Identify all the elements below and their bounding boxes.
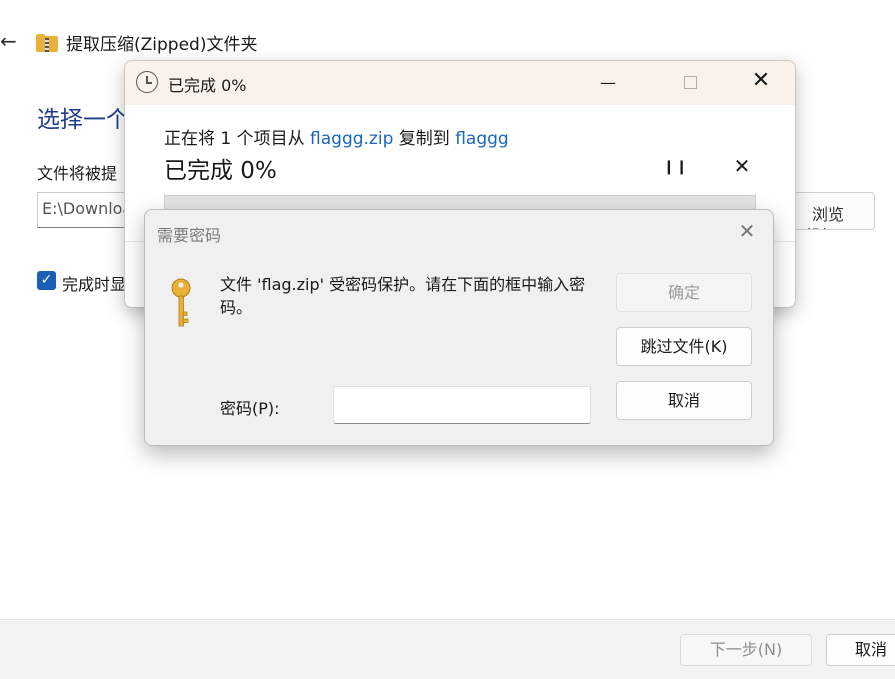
password-label: 密码(P): [220,399,280,418]
stop-icon[interactable]: ✕ [732,156,752,176]
next-button[interactable]: 下一步(N) [680,634,812,666]
destination-link[interactable]: flaggg [455,129,509,149]
pause-icon[interactable]: ❙❙ [663,159,687,175]
key-icon [171,278,191,327]
show-files-checkbox[interactable]: ✓ [37,271,56,290]
ok-button[interactable]: 确定 [616,273,752,312]
copy-status-text: 正在将 1 个项目从 flaggg.zip 复制到 flaggg [164,124,509,149]
show-files-label: 完成时显 [62,275,127,294]
destination-label: 文件将被提 [37,164,118,183]
percent-complete: 已完成 0% [164,158,277,184]
progress-title: 已完成 0% [168,76,247,95]
password-dialog-title: 需要密码 [157,226,222,245]
maximize-icon[interactable] [684,76,697,89]
close-icon[interactable]: ✕ [735,219,759,243]
password-dialog: 需要密码 ✕ 文件 'flag.zip' 受密码保护。请在下面的框中输入密码。 … [144,209,774,446]
password-input[interactable] [333,386,591,424]
minimize-icon[interactable]: — [593,73,623,93]
back-arrow-icon[interactable]: ← [0,26,17,56]
status-mid: 复制到 [393,129,456,149]
close-icon[interactable]: ✕ [749,69,773,93]
zip-folder-icon [36,33,58,52]
password-message: 文件 'flag.zip' 受密码保护。请在下面的框中输入密码。 [220,275,586,317]
wizard-cancel-button[interactable]: 取消 [826,634,895,666]
clock-icon [136,71,158,93]
wizard-heading: 选择一个 [37,107,129,133]
source-link[interactable]: flaggg.zip [310,129,393,149]
cancel-button[interactable]: 取消 [616,381,752,420]
status-prefix: 正在将 1 个项目从 [164,129,311,149]
skip-file-button[interactable]: 跳过文件(K) [616,327,752,366]
wizard-title-row: 提取压缩(Zipped)文件夹 [36,30,257,55]
wizard-title: 提取压缩(Zipped)文件夹 [66,35,258,55]
progress-titlebar: 已完成 0% — ✕ [125,61,795,105]
